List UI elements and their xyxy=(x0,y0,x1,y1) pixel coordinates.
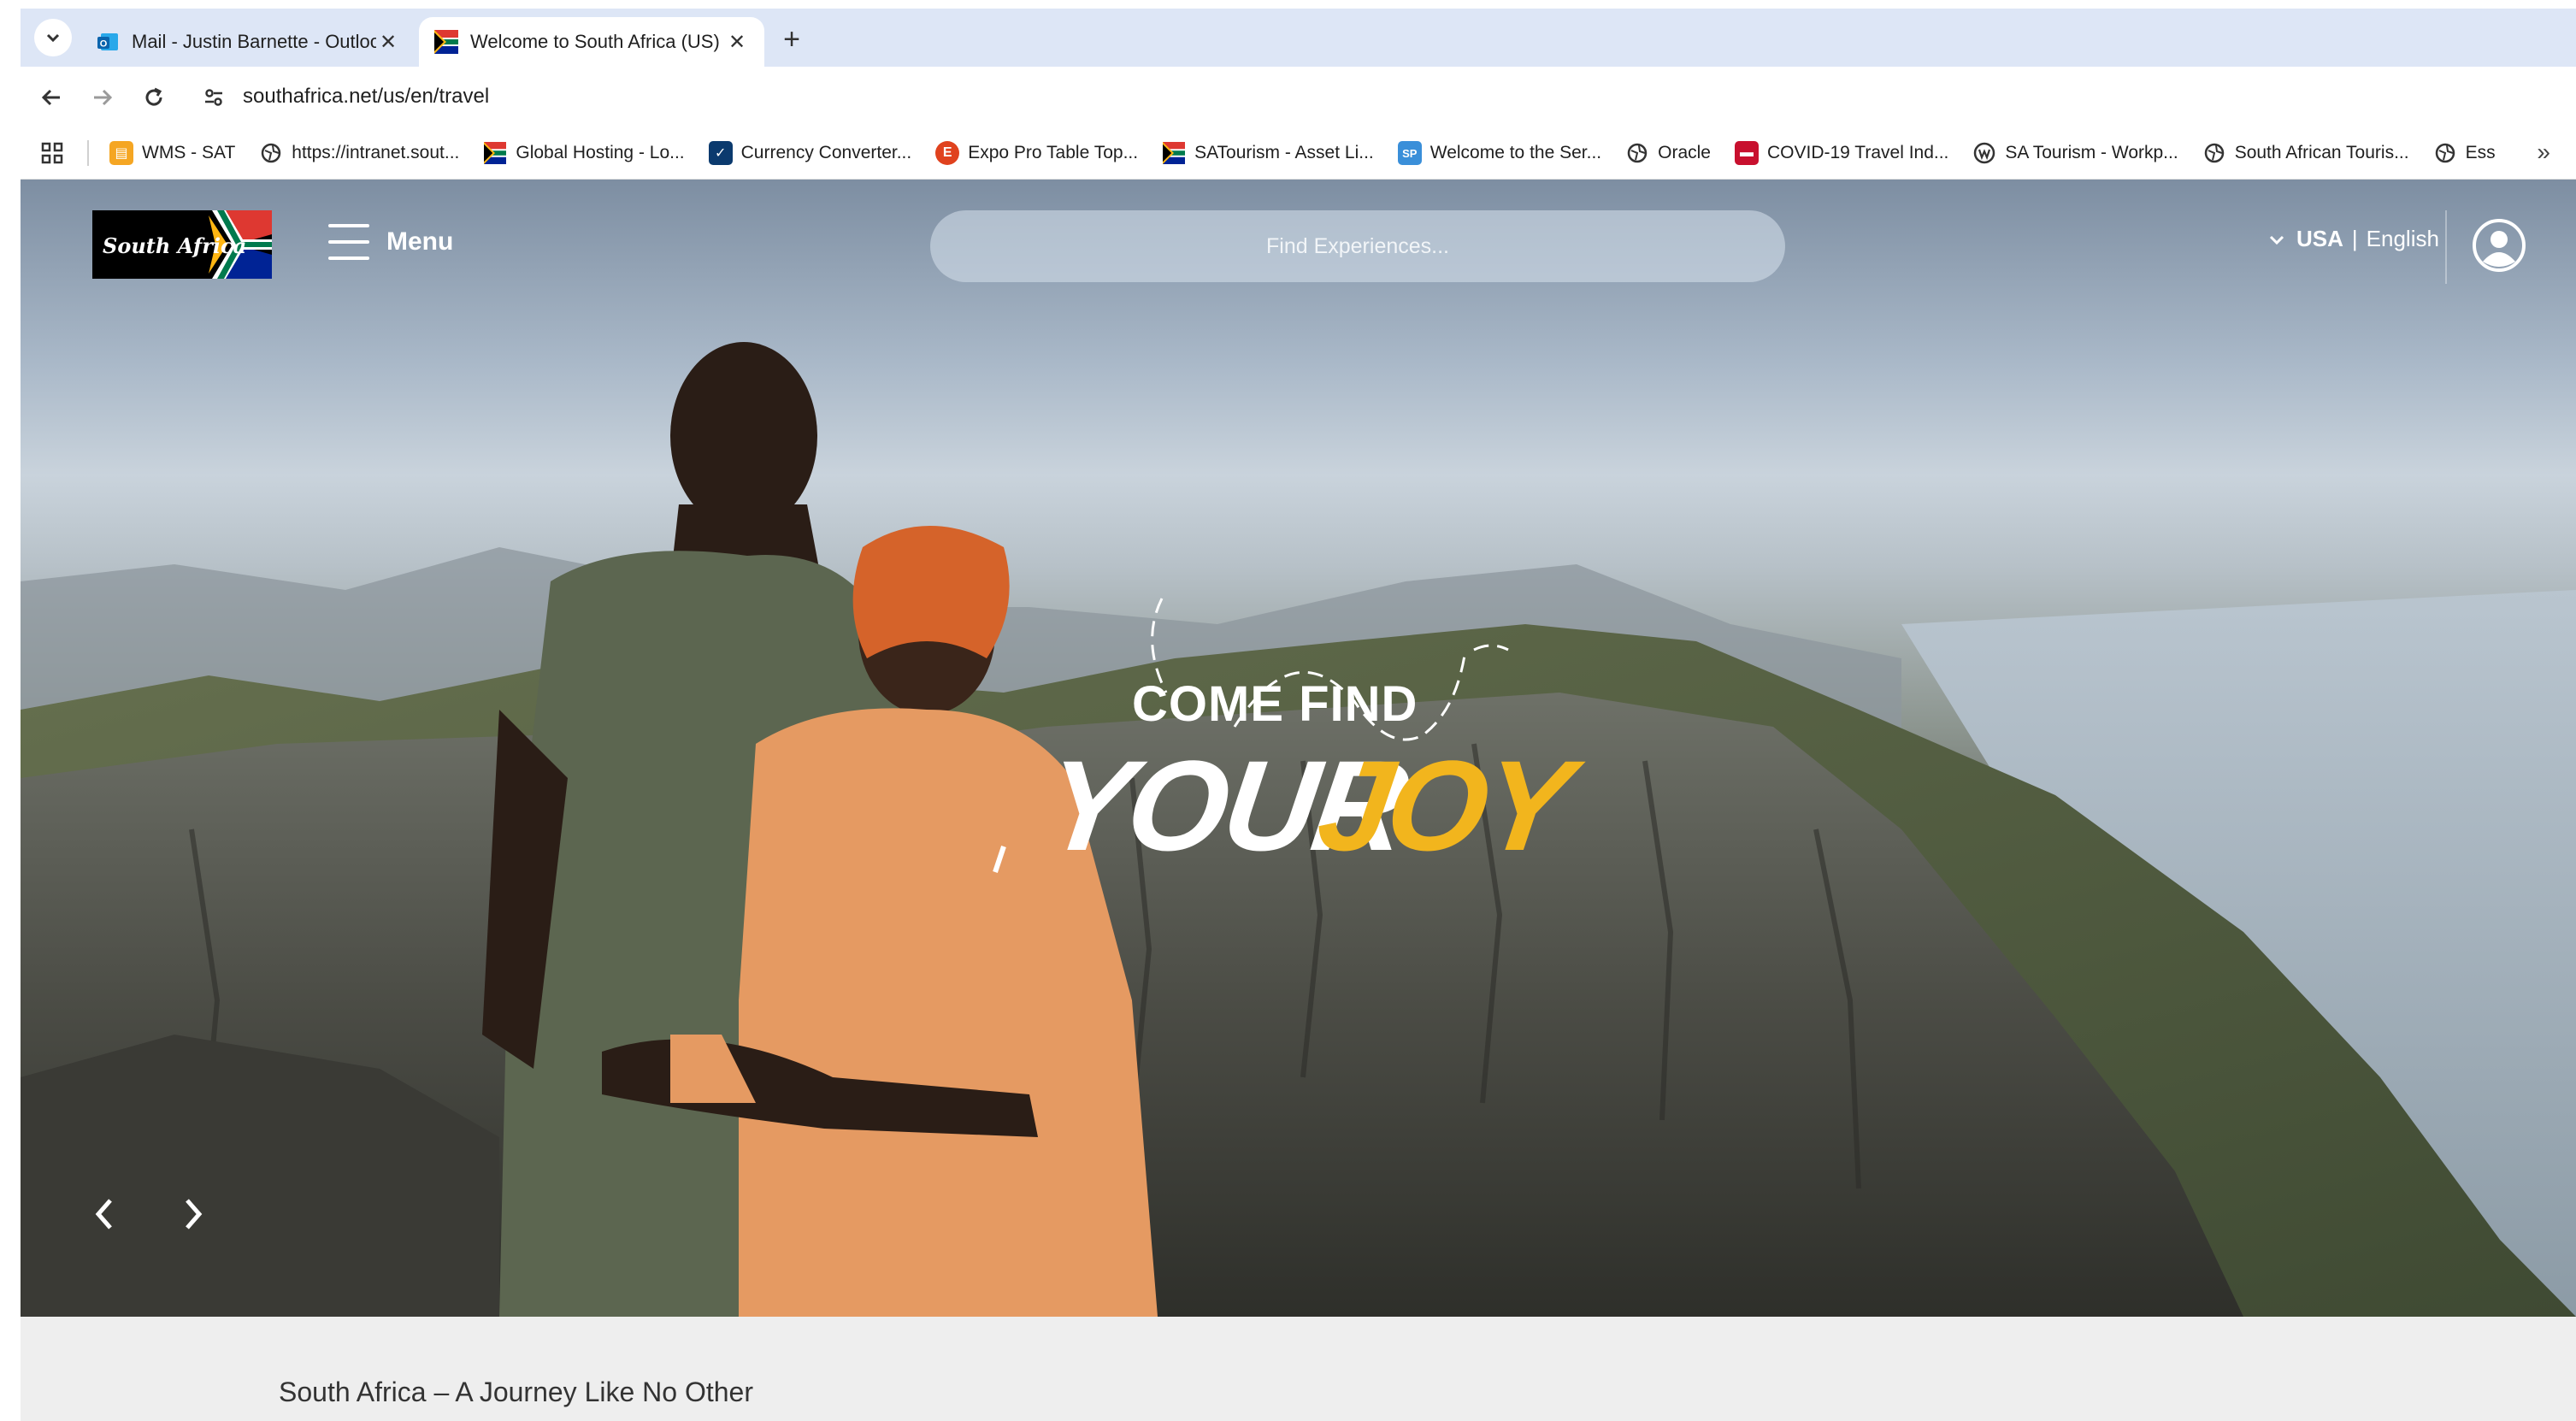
search-bar[interactable] xyxy=(930,210,1785,282)
more-bookmarks-chevron-icon[interactable]: » xyxy=(2537,139,2550,166)
bookmark-item[interactable]: Oracle xyxy=(1625,139,1711,168)
bookmark-item[interactable]: E Expo Pro Table Top... xyxy=(935,139,1138,168)
bookmark-label: Expo Pro Table Top... xyxy=(968,143,1139,162)
section-tagline: South Africa – A Journey Like No Other xyxy=(279,1377,753,1407)
globe-icon xyxy=(2433,141,2457,165)
menu-button[interactable]: Menu xyxy=(328,224,453,260)
apps-grid-icon[interactable] xyxy=(38,139,67,168)
new-tab-button[interactable]: + xyxy=(773,21,811,58)
browser-tab-strip: O Mail - Justin Barnette - Outlook ✕ Wel… xyxy=(21,9,2576,67)
locale-language: English xyxy=(2366,226,2439,251)
bookmark-item[interactable]: SA Tourism - Workp... xyxy=(1972,139,2178,168)
carousel-next-button[interactable] xyxy=(168,1188,219,1240)
sharepoint-icon: SP xyxy=(1397,141,1422,165)
reload-icon xyxy=(145,87,162,106)
wms-icon: ▤ xyxy=(109,141,133,165)
currency-icon: ✓ xyxy=(708,141,733,165)
workplace-icon xyxy=(1972,141,1996,165)
bookmark-list: ▤ WMS - SAT https://intranet.sout... Glo… xyxy=(109,139,2496,168)
svg-text:O: O xyxy=(100,39,108,50)
bookmark-label: https://intranet.sout... xyxy=(292,143,460,162)
expo-icon: E xyxy=(935,141,960,165)
carousel-prev-button[interactable] xyxy=(79,1188,130,1240)
header-divider xyxy=(2445,210,2447,284)
browser-toolbar: southafrica.net/us/en/travel xyxy=(21,67,2576,128)
chevron-left-icon xyxy=(95,1199,112,1229)
headline-joy: JOY xyxy=(1310,734,1577,877)
hero-headline: COME FIND YOUR JOY xyxy=(970,590,1577,915)
tab-south-africa[interactable]: Welcome to South Africa (US) ✕ xyxy=(419,17,764,67)
bookmark-label: Currency Converter... xyxy=(740,143,912,162)
forward-button[interactable] xyxy=(84,79,121,116)
address-bar[interactable]: southafrica.net/us/en/travel xyxy=(243,85,489,109)
locale-selector[interactable]: USA | English xyxy=(2267,226,2439,252)
bookmark-label: Welcome to the Ser... xyxy=(1429,143,1602,162)
close-tab-icon[interactable]: ✕ xyxy=(376,30,400,54)
bookmark-label: Oracle xyxy=(1658,143,1711,162)
bookmark-item[interactable]: https://intranet.sout... xyxy=(259,139,459,168)
menu-label: Menu xyxy=(386,227,454,256)
covid-icon: ▬ xyxy=(1734,141,1759,165)
tab-title: Welcome to South Africa (US) xyxy=(470,31,720,52)
site-info-button[interactable] xyxy=(198,82,229,113)
hero-banner: South Africa Menu USA | English COME FIN… xyxy=(21,180,2576,1317)
chevron-right-icon xyxy=(186,1199,203,1229)
globe-icon xyxy=(259,141,283,165)
bookmark-item[interactable]: Global Hosting - Lo... xyxy=(483,139,685,168)
reload-button[interactable] xyxy=(135,79,173,116)
bookmark-item[interactable]: ▬ COVID-19 Travel Ind... xyxy=(1734,139,1949,168)
headline-come-find: COME FIND xyxy=(1132,676,1418,732)
chevron-down-icon xyxy=(46,33,60,43)
globe-icon xyxy=(1625,141,1649,165)
bookmark-label: SATourism - Asset Li... xyxy=(1194,143,1374,162)
user-icon xyxy=(2473,219,2526,272)
bookmark-label: Global Hosting - Lo... xyxy=(516,143,685,162)
account-button[interactable] xyxy=(2471,217,2527,274)
tab-outlook-mail[interactable]: O Mail - Justin Barnette - Outlook ✕ xyxy=(80,17,416,67)
search-input[interactable] xyxy=(930,233,1785,259)
south-africa-flag-icon xyxy=(483,141,507,165)
back-button[interactable] xyxy=(32,79,70,116)
globe-icon xyxy=(2202,141,2226,165)
arrow-left-icon xyxy=(41,89,60,106)
locale-separator: | xyxy=(2351,226,2358,251)
tune-icon xyxy=(205,89,222,106)
tab-title: Mail - Justin Barnette - Outlook xyxy=(132,31,376,52)
tab-search-dropdown-button[interactable] xyxy=(34,19,72,56)
bookmark-label: SA Tourism - Workp... xyxy=(2005,143,2178,162)
hamburger-icon xyxy=(328,224,369,260)
bookmark-item[interactable]: South African Touris... xyxy=(2202,139,2409,168)
bookmark-label: South African Touris... xyxy=(2234,143,2409,162)
bookmark-item[interactable]: ✓ Currency Converter... xyxy=(708,139,912,168)
bookmark-label: COVID-19 Travel Ind... xyxy=(1766,143,1949,162)
intro-section: South Africa – A Journey Like No Other xyxy=(21,1317,2576,1421)
bookmark-label: WMS - SAT xyxy=(142,143,236,162)
south-africa-flag-icon xyxy=(1162,141,1186,165)
bookmark-item[interactable]: SATourism - Asset Li... xyxy=(1162,139,1374,168)
arrow-right-icon xyxy=(94,89,113,106)
outlook-icon: O xyxy=(96,30,120,54)
bookmark-item[interactable]: Ess xyxy=(2433,139,2496,168)
bookmark-label: Ess xyxy=(2465,143,2496,162)
chevron-down-icon xyxy=(2269,235,2284,245)
bookmark-item[interactable]: SP Welcome to the Ser... xyxy=(1397,139,1602,168)
bookmark-item[interactable]: ▤ WMS - SAT xyxy=(109,139,235,168)
close-tab-icon[interactable]: ✕ xyxy=(725,30,749,54)
logo-text: South Africa xyxy=(103,233,246,258)
bookmark-separator xyxy=(87,140,89,166)
south-africa-flag-icon xyxy=(434,30,458,54)
locale-country: USA xyxy=(2296,226,2343,251)
south-africa-logo[interactable]: South Africa xyxy=(92,210,272,279)
bookmarks-bar: ▤ WMS - SAT https://intranet.sout... Glo… xyxy=(21,128,2576,180)
